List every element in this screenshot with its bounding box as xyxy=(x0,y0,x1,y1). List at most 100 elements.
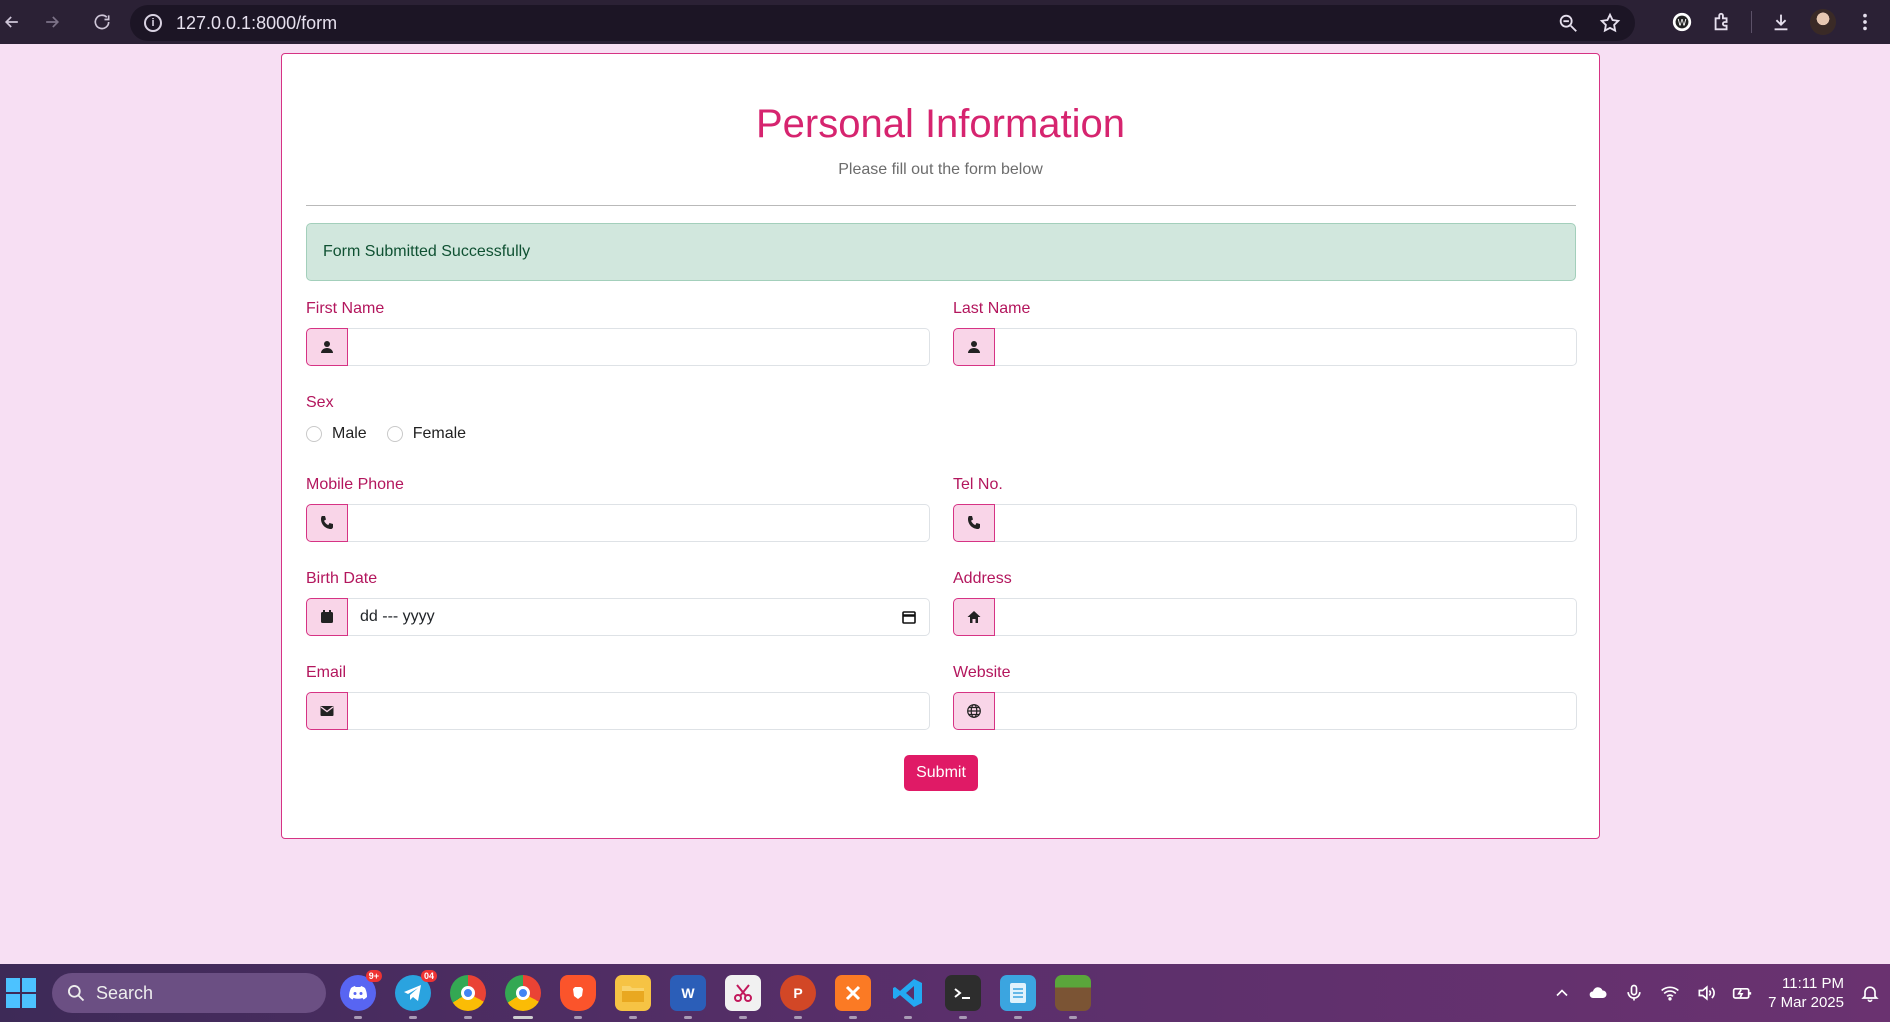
form-card: Personal Information Please fill out the… xyxy=(281,53,1600,839)
windows-logo-pane xyxy=(22,978,36,992)
first-name-input[interactable] xyxy=(348,328,930,366)
chevron-up-icon[interactable] xyxy=(1552,983,1572,1003)
female-radio[interactable] xyxy=(386,426,403,442)
page-title: Personal Information xyxy=(755,102,1126,146)
email-label: Email xyxy=(306,664,347,681)
word-letter: W xyxy=(681,985,695,1001)
arrow-left-icon xyxy=(4,16,18,28)
email-addon xyxy=(306,692,348,730)
download-icon[interactable] xyxy=(1770,11,1792,33)
zoom-icon[interactable] xyxy=(1557,12,1579,34)
birth-date-label: Birth Date xyxy=(306,570,378,587)
brave-app-icon[interactable] xyxy=(560,975,596,1019)
last-name-addon xyxy=(953,328,995,366)
male-radio[interactable] xyxy=(306,426,322,442)
website-label: Website xyxy=(953,664,1011,681)
vscode-logo-icon xyxy=(893,979,922,1007)
tel-no-group xyxy=(953,504,1577,542)
sex-radio-group: Male Female xyxy=(306,425,476,443)
snipping-tool-app-icon[interactable] xyxy=(725,975,761,1019)
website-group xyxy=(953,692,1577,730)
battery-charging-icon[interactable] xyxy=(1732,983,1752,1003)
email-group xyxy=(306,692,930,730)
discord-badge: 9+ xyxy=(365,970,382,982)
female-radio-label[interactable]: Female xyxy=(413,425,466,443)
success-alert-text: Form Submitted Successfully xyxy=(323,243,531,260)
reload-icon xyxy=(94,14,110,30)
mobile-phone-addon xyxy=(306,504,348,542)
birth-date-placeholder: dd --- yyyy xyxy=(360,608,435,625)
calendar-picker-icon[interactable] xyxy=(901,609,917,625)
xampp-app-icon[interactable] xyxy=(835,975,871,1019)
powerpoint-app-icon[interactable]: P xyxy=(780,975,816,1019)
terminal-app-icon[interactable] xyxy=(945,975,981,1019)
success-alert: Form Submitted Successfully xyxy=(306,223,1576,281)
forward-button[interactable] xyxy=(24,0,80,44)
site-info-icon[interactable]: i xyxy=(144,14,162,32)
taskbar: Search 9+ 04 W P 11:11 PM 7 Mar 2025 xyxy=(0,964,1890,1022)
user-icon xyxy=(968,341,980,353)
extension-w-icon[interactable]: W xyxy=(1671,11,1693,33)
calendar-icon xyxy=(321,610,333,623)
reload-button[interactable] xyxy=(80,0,124,44)
last-name-group xyxy=(953,328,1577,366)
discord-controller-icon xyxy=(349,986,367,1000)
address-input[interactable] xyxy=(995,598,1577,636)
address-group xyxy=(953,598,1577,636)
tel-no-input[interactable] xyxy=(995,504,1577,542)
chrome-app-icon[interactable] xyxy=(505,975,541,1019)
vscode-app-icon[interactable] xyxy=(890,975,926,1019)
start-button[interactable] xyxy=(6,978,36,1008)
website-input[interactable] xyxy=(995,692,1577,730)
birth-date-input[interactable]: dd --- yyyy xyxy=(348,598,930,636)
profile-avatar[interactable] xyxy=(1810,9,1836,35)
phone-icon xyxy=(321,516,333,529)
email-input[interactable] xyxy=(348,692,930,730)
folder-icon xyxy=(622,986,644,1002)
file-explorer-app-icon[interactable] xyxy=(615,975,651,1019)
male-radio-label[interactable]: Male xyxy=(332,425,367,443)
user-icon xyxy=(321,341,333,353)
terminal-prompt-icon xyxy=(954,988,970,999)
address-bar[interactable]: i 127.0.0.1:8000/form xyxy=(130,5,1635,41)
notification-bell-icon[interactable] xyxy=(1860,983,1880,1003)
onedrive-cloud-icon[interactable] xyxy=(1588,983,1608,1003)
back-button[interactable] xyxy=(0,0,24,44)
microphone-icon[interactable] xyxy=(1624,983,1644,1003)
minecraft-app-icon[interactable] xyxy=(1055,975,1091,1019)
chrome-center-icon xyxy=(516,986,530,1000)
extensions-puzzle-icon[interactable] xyxy=(1711,11,1733,33)
system-tray: 11:11 PM 7 Mar 2025 xyxy=(1552,964,1890,1022)
taskbar-clock[interactable]: 11:11 PM 7 Mar 2025 xyxy=(1768,974,1844,1012)
mobile-phone-group xyxy=(306,504,930,542)
address-addon xyxy=(953,598,995,636)
powerpoint-letter-icon: P xyxy=(793,985,803,1001)
menu-kebab-icon[interactable] xyxy=(1854,11,1876,33)
home-icon xyxy=(967,611,981,623)
mobile-phone-label: Mobile Phone xyxy=(306,476,404,493)
discord-app-icon[interactable]: 9+ xyxy=(340,970,382,1019)
first-name-addon xyxy=(306,328,348,366)
phone-icon xyxy=(968,516,980,529)
sex-label: Sex xyxy=(306,394,334,411)
submit-button[interactable]: Submit xyxy=(904,755,978,791)
taskbar-search[interactable]: Search xyxy=(52,973,326,1013)
notepad-app-icon[interactable] xyxy=(1000,975,1036,1019)
birth-date-addon xyxy=(306,598,348,636)
wifi-icon[interactable] xyxy=(1660,983,1680,1003)
lion-icon xyxy=(573,987,583,999)
last-name-input[interactable] xyxy=(995,328,1577,366)
svg-text:W: W xyxy=(1677,18,1686,29)
bookmark-star-icon[interactable] xyxy=(1599,12,1621,34)
first-name-label: First Name xyxy=(306,300,385,317)
telegram-app-icon[interactable]: 04 xyxy=(395,970,437,1019)
word-app-icon[interactable]: W xyxy=(670,975,706,1019)
paper-plane-icon xyxy=(404,985,421,1001)
arrow-right-icon xyxy=(46,16,60,28)
url-text: 127.0.0.1:8000/form xyxy=(176,12,338,33)
volume-icon[interactable] xyxy=(1696,983,1716,1003)
chrome-profile-app-icon[interactable] xyxy=(450,975,486,1019)
search-placeholder: Search xyxy=(96,982,154,1003)
mobile-phone-input[interactable] xyxy=(348,504,930,542)
birth-date-group: dd --- yyyy xyxy=(306,598,930,636)
